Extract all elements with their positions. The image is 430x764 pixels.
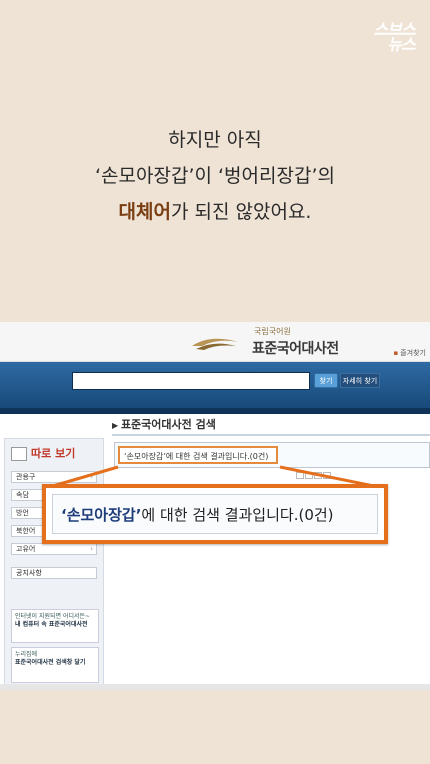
sidebar-notice[interactable]: 공지사항 <box>11 567 97 579</box>
dictionary-screenshot: 국립국어원 표준국어대사전 즐겨찾기 찾기 자세히 찾기 표준국어대사전 검색 … <box>0 322 430 690</box>
caption: 하지만 아직 ‘손모아장갑’이 ‘벙어리장갑’의 대체어가 되진 않았어요. <box>0 122 430 230</box>
chevron-right-icon: › <box>90 545 93 553</box>
bottom-edge <box>0 684 430 690</box>
promo-searchbox[interactable]: 누리집에 표준국어대사전 검색창 달기 <box>11 647 99 683</box>
result-message-zoomed: ‘손모아장갑’에 대한 검색 결과입니다.(0건) <box>52 494 378 534</box>
site-title[interactable]: 표준국어대사전 <box>252 338 339 358</box>
pager[interactable] <box>296 472 332 481</box>
chevron-right-icon: › <box>90 473 93 481</box>
caption-line-3-rest: 가 되진 않았어요. <box>170 201 312 223</box>
callout-rest: 에 대한 검색 결과입니다.(0건) <box>141 506 334 524</box>
caption-highlight: 대체어 <box>118 201 171 223</box>
site-header: 국립국어원 표준국어대사전 즐겨찾기 <box>0 322 430 362</box>
promo-offline[interactable]: 인터넷이 지원되면 어디서든~ 내 컴퓨터 속 표준국어대사전 <box>11 609 99 643</box>
brand-logo: 스브스 뉴스 <box>372 20 419 56</box>
sidebar-item-label: 관용구 <box>16 473 36 481</box>
bookmark-link[interactable]: 즐겨찾기 <box>393 348 426 358</box>
promo-searchbox-title: 누리집에 <box>15 651 38 658</box>
site-org: 국립국어원 <box>254 327 291 336</box>
search-band: 찾기 자세히 찾기 <box>0 362 430 408</box>
sidebar-item-label: 방언 <box>16 509 29 517</box>
section-divider <box>112 434 430 436</box>
sidebar-item-label: 북한어 <box>16 527 36 535</box>
band-strip <box>0 408 430 414</box>
caption-line-2: ‘손모아장갑’이 ‘벙어리장갑’의 <box>95 165 335 187</box>
sidebar: 따로 보기 관용구› 속담› 방언› 북한어› 고유어› 공지사항 인터넷이 지… <box>4 438 104 690</box>
logo-line-2: 뉴스 <box>386 35 419 54</box>
detail-search-button[interactable]: 자세히 찾기 <box>340 373 380 388</box>
sidebar-item-idiom[interactable]: 관용구 › <box>11 471 97 483</box>
promo-searchbox-text: 표준국어대사전 검색창 달기 <box>15 659 86 666</box>
caption-line-1: 하지만 아직 <box>168 129 262 151</box>
promo-offline-title: 인터넷이 지원되면 어디서든~ <box>15 613 91 620</box>
sidebar-notice-label: 공지사항 <box>16 569 42 577</box>
promo-offline-text: 내 컴퓨터 속 표준국어대사전 <box>15 621 88 628</box>
section-title: 표준국어대사전 검색 <box>112 416 216 432</box>
search-input[interactable] <box>72 372 310 390</box>
sidebar-head-label: 따로 보기 <box>31 447 76 460</box>
caption-line-3: 대체어가 되진 않았어요. <box>0 194 430 230</box>
search-button[interactable]: 찾기 <box>314 373 338 388</box>
sidebar-item-label: 속담 <box>16 491 29 499</box>
result-message-small: ‘손모아장갑’에 대한 검색 결과입니다.(0건) <box>118 446 278 464</box>
emblem-icon <box>192 338 238 350</box>
book-icon <box>11 447 27 461</box>
zoom-callout: ‘손모아장갑’에 대한 검색 결과입니다.(0건) <box>42 484 388 544</box>
sidebar-head: 따로 보기 <box>11 445 75 461</box>
callout-term: ‘손모아장갑’ <box>61 506 142 524</box>
sidebar-item-native[interactable]: 고유어 › <box>11 543 97 555</box>
sidebar-item-label: 고유어 <box>16 545 36 553</box>
